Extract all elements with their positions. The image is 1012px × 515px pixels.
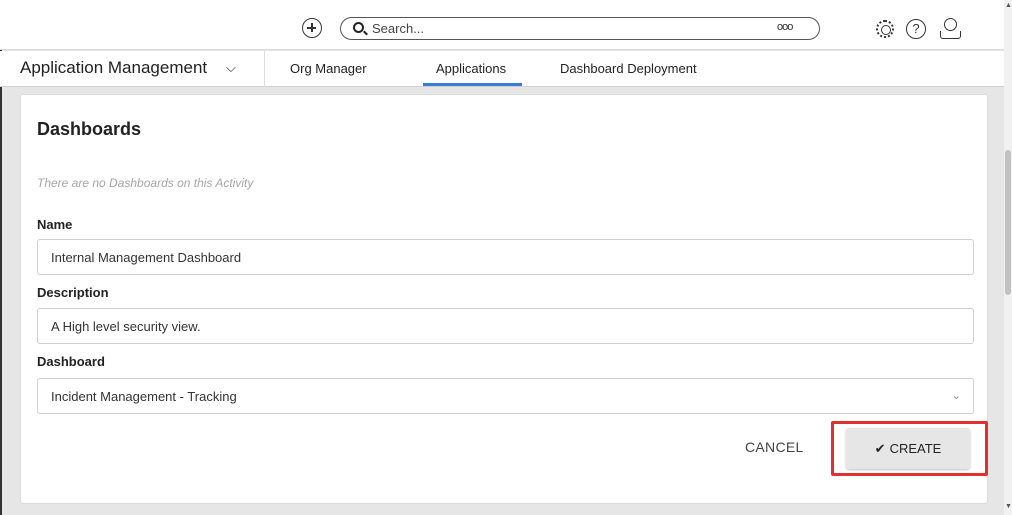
tab-dashboard-deployment[interactable]: Dashboard Deployment bbox=[560, 61, 697, 76]
cancel-button[interactable]: CANCEL bbox=[745, 439, 804, 455]
card-title: Dashboards bbox=[37, 119, 142, 139]
app-nav: Application Management ⌵ Org Manager App… bbox=[0, 51, 1004, 87]
dashboard-value: Incident Management - Tracking bbox=[51, 389, 237, 404]
chevron-down-icon[interactable]: ⌵ bbox=[226, 60, 236, 76]
scroll-up-icon[interactable]: ▲ bbox=[1005, 2, 1012, 9]
top-bar: ooo ? bbox=[0, 0, 1004, 50]
scrollbar[interactable]: ▲ ▼ bbox=[1004, 0, 1012, 515]
help-icon[interactable]: ? bbox=[906, 19, 926, 39]
dashboard-select[interactable]: Incident Management - Tracking ⌄ bbox=[37, 378, 974, 414]
description-field[interactable]: A High level security view. bbox=[37, 308, 974, 344]
search-input[interactable] bbox=[372, 20, 752, 37]
search-box[interactable]: ooo bbox=[340, 17, 820, 40]
active-tab-indicator bbox=[423, 83, 522, 86]
name-field[interactable]: Internal Management Dashboard bbox=[37, 239, 974, 275]
search-icon bbox=[353, 22, 364, 33]
gear-icon[interactable] bbox=[876, 20, 894, 38]
description-label: Description bbox=[37, 285, 109, 300]
nav-divider bbox=[264, 51, 265, 87]
app-selector-label[interactable]: Application Management bbox=[20, 58, 207, 78]
add-icon[interactable] bbox=[302, 18, 322, 38]
dashboard-label: Dashboard bbox=[37, 354, 105, 369]
name-value: Internal Management Dashboard bbox=[51, 250, 242, 265]
empty-state-message: There are no Dashboards on this Activity bbox=[37, 176, 254, 190]
dashboards-card: Dashboards There are no Dashboards on th… bbox=[20, 94, 988, 504]
highlight-box bbox=[831, 421, 988, 476]
tab-applications[interactable]: Applications bbox=[436, 61, 506, 76]
chevron-down-icon: ⌄ bbox=[951, 390, 961, 402]
scroll-down-icon[interactable]: ▼ bbox=[1005, 503, 1012, 510]
description-value: A High level security view. bbox=[51, 319, 201, 334]
tab-org-manager[interactable]: Org Manager bbox=[290, 61, 367, 76]
scroll-thumb[interactable] bbox=[1005, 150, 1011, 295]
user-icon[interactable] bbox=[940, 18, 962, 40]
more-options-icon[interactable]: ooo bbox=[777, 21, 793, 33]
name-label: Name bbox=[37, 217, 73, 232]
